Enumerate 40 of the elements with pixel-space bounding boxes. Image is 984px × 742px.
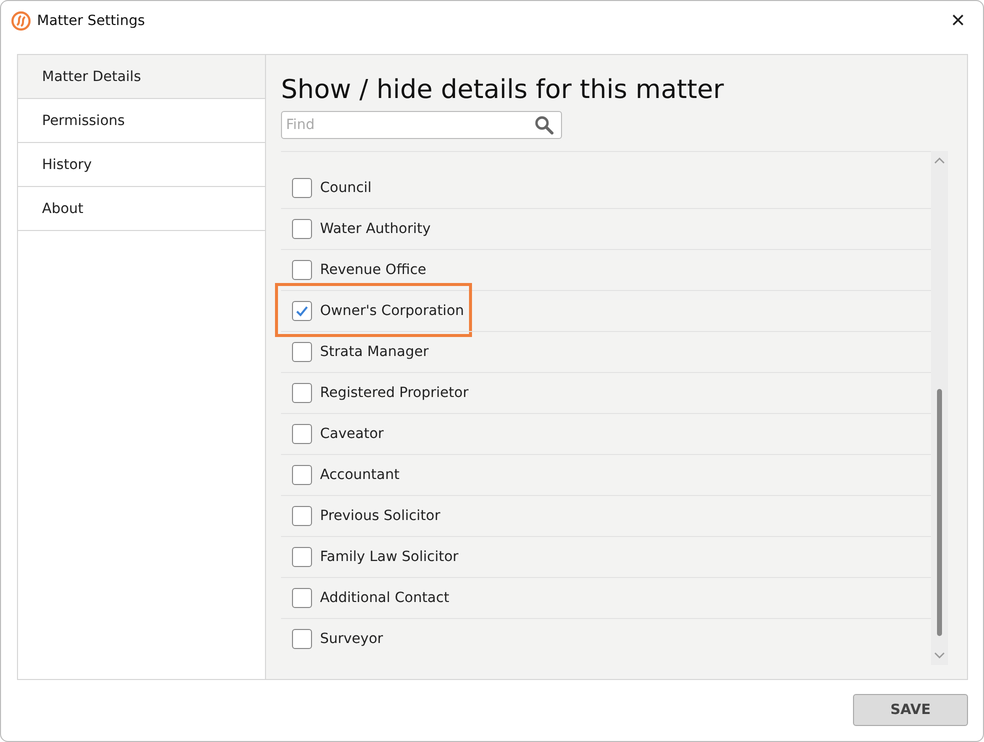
checkbox-label: Family Law Solicitor bbox=[320, 549, 458, 565]
checkbox-label: Revenue Office bbox=[320, 262, 426, 278]
checkbox-label: Water Authority bbox=[320, 221, 431, 237]
scrollbar-thumb[interactable] bbox=[937, 389, 942, 636]
scrollbar[interactable] bbox=[931, 151, 948, 665]
checkbox-label: Additional Contact bbox=[320, 590, 450, 606]
sidebar-item[interactable]: History bbox=[18, 143, 265, 187]
window-title: Matter Settings bbox=[37, 13, 146, 29]
checkbox-label: Caveator bbox=[320, 426, 384, 442]
checkbox-label: Surveyor bbox=[320, 631, 384, 647]
checkbox[interactable] bbox=[292, 424, 312, 444]
checkbox[interactable] bbox=[292, 506, 312, 526]
search-icon bbox=[534, 115, 554, 135]
check-icon bbox=[295, 304, 309, 318]
checkbox-label: Previous Solicitor bbox=[320, 508, 440, 524]
checkbox[interactable] bbox=[292, 588, 312, 608]
save-button[interactable]: SAVE bbox=[853, 694, 968, 726]
checkbox[interactable] bbox=[292, 629, 312, 649]
checkbox-label: Registered Proprietor bbox=[320, 385, 468, 401]
checkbox-label: Council bbox=[320, 180, 372, 196]
checkbox[interactable] bbox=[292, 219, 312, 239]
checkbox[interactable] bbox=[292, 301, 312, 321]
page-heading: Show / hide details for this matter bbox=[281, 75, 725, 105]
search-field[interactable]: Find bbox=[281, 111, 562, 139]
sidebar-item[interactable]: Permissions bbox=[18, 99, 265, 143]
scroll-up-icon[interactable] bbox=[934, 157, 945, 164]
checkbox-label: Accountant bbox=[320, 467, 400, 483]
logo-icon bbox=[11, 11, 31, 31]
close-button[interactable]: × bbox=[942, 9, 973, 33]
scroll-down-icon[interactable] bbox=[934, 652, 945, 659]
checkbox[interactable] bbox=[292, 383, 312, 403]
checkbox-label: Strata Manager bbox=[320, 344, 429, 360]
checkbox[interactable] bbox=[292, 342, 312, 362]
sidebar-item[interactable]: About bbox=[18, 187, 265, 231]
sidebar-item[interactable]: Matter Details bbox=[18, 55, 265, 99]
checkbox-label: Owner's Corporation bbox=[320, 303, 464, 319]
checkbox[interactable] bbox=[292, 260, 312, 280]
checkbox[interactable] bbox=[292, 547, 312, 567]
checkbox[interactable] bbox=[292, 178, 312, 198]
checkbox[interactable] bbox=[292, 465, 312, 485]
